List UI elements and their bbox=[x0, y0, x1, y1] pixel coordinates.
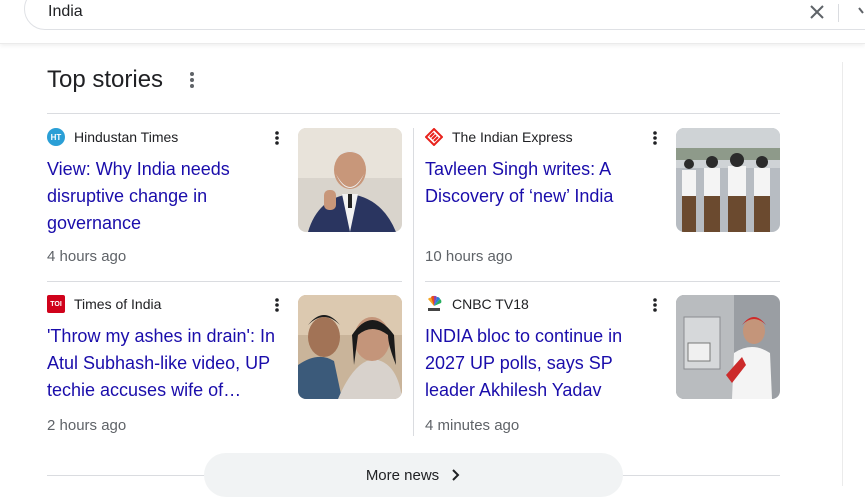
right-divider bbox=[842, 62, 843, 486]
story-time: 10 hours ago bbox=[425, 248, 513, 265]
story-thumbnail[interactable] bbox=[676, 128, 780, 232]
close-icon[interactable] bbox=[808, 3, 826, 21]
divider bbox=[47, 113, 780, 114]
search-box[interactable]: India bbox=[24, 0, 865, 30]
story-headline[interactable]: INDIA bloc to continue in 2027 UP polls,… bbox=[425, 323, 665, 404]
story-thumbnail[interactable] bbox=[298, 128, 402, 232]
story-thumbnail[interactable] bbox=[298, 295, 402, 399]
section-title: Top stories bbox=[47, 66, 164, 93]
story-thumbnail[interactable] bbox=[676, 295, 780, 399]
story-source: CNBC TV18 bbox=[425, 295, 529, 313]
more-news-button[interactable]: More news bbox=[204, 453, 623, 497]
story-time: 4 hours ago bbox=[47, 248, 127, 265]
source-name: The Indian Express bbox=[452, 129, 573, 145]
more-news-label: More news bbox=[365, 466, 440, 484]
story-time: 2 hours ago bbox=[47, 417, 127, 434]
chevron-down-icon[interactable] bbox=[855, 2, 865, 20]
cnbc-tv18-icon bbox=[428, 295, 442, 311]
more-options-icon[interactable] bbox=[186, 71, 198, 89]
indian-express-icon bbox=[425, 128, 443, 146]
story-headline[interactable]: View: Why India needs disruptive change … bbox=[47, 156, 287, 237]
story-card[interactable]: HT Hindustan Times View: Why India needs… bbox=[47, 128, 402, 278]
search-header: India bbox=[0, 0, 865, 44]
more-options-icon[interactable] bbox=[649, 130, 661, 146]
story-headline[interactable]: 'Throw my ashes in drain': In Atul Subha… bbox=[47, 323, 287, 404]
story-card[interactable]: The Indian Express Tavleen Singh writes:… bbox=[425, 128, 780, 278]
story-source: TOI Times of India bbox=[47, 295, 161, 313]
source-name: Times of India bbox=[74, 296, 162, 312]
divider bbox=[47, 281, 402, 282]
story-card[interactable]: CNBC TV18 INDIA bloc to continue in 2027… bbox=[425, 295, 780, 445]
search-input[interactable]: India bbox=[48, 3, 83, 21]
divider bbox=[425, 281, 780, 282]
story-source: HT Hindustan Times bbox=[47, 128, 178, 146]
more-options-icon[interactable] bbox=[649, 297, 661, 313]
story-source: The Indian Express bbox=[425, 128, 573, 146]
story-card[interactable]: TOI Times of India 'Throw my ashes in dr… bbox=[47, 295, 402, 445]
search-divider bbox=[838, 4, 839, 22]
source-name: CNBC TV18 bbox=[452, 296, 529, 312]
story-headline[interactable]: Tavleen Singh writes: A Discovery of ‘ne… bbox=[425, 156, 665, 210]
source-name: Hindustan Times bbox=[74, 129, 179, 145]
story-time: 4 minutes ago bbox=[425, 417, 520, 434]
times-of-india-icon: TOI bbox=[47, 295, 65, 313]
more-options-icon[interactable] bbox=[271, 130, 283, 146]
more-options-icon[interactable] bbox=[271, 297, 283, 313]
hindustan-times-icon: HT bbox=[47, 128, 65, 146]
column-divider bbox=[413, 128, 414, 436]
chevron-right-icon bbox=[452, 469, 460, 481]
